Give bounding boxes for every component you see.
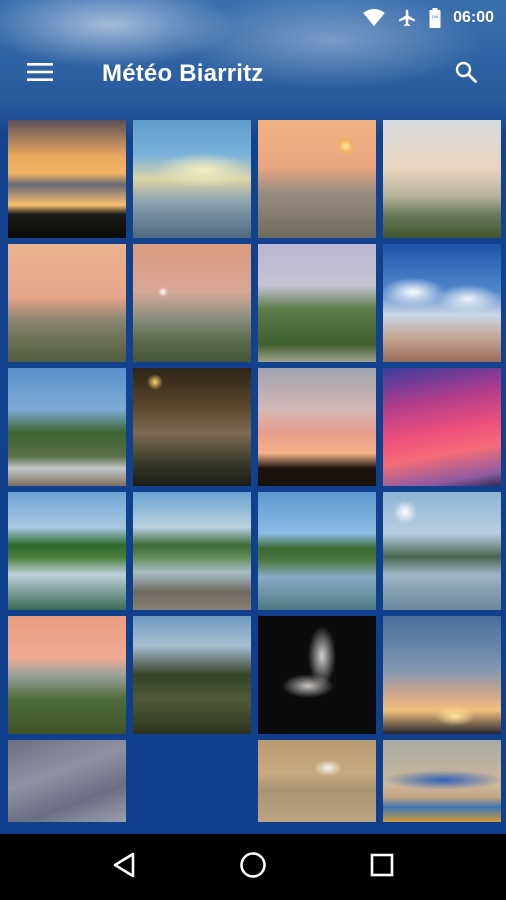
photo-thumbnail [8, 616, 126, 734]
photo-thumbnail [383, 368, 501, 486]
photo-thumbnail [383, 616, 501, 734]
photo-tile[interactable] [8, 616, 126, 734]
home-button[interactable] [218, 839, 288, 895]
photo-tile[interactable] [133, 492, 251, 610]
photo-thumbnail [258, 492, 376, 610]
photo-thumbnail [258, 244, 376, 362]
photo-thumbnail [383, 120, 501, 238]
photo-tile[interactable] [383, 120, 501, 238]
photo-thumbnail [8, 120, 126, 238]
recents-button[interactable] [347, 839, 417, 895]
photo-tile[interactable] [258, 244, 376, 362]
photo-tile[interactable] [258, 740, 376, 822]
photo-thumbnail [383, 244, 501, 362]
photo-tile[interactable] [383, 244, 501, 362]
photo-tile[interactable] [8, 244, 126, 362]
back-button[interactable] [89, 839, 159, 895]
photo-tile[interactable] [383, 616, 501, 734]
photo-tile[interactable] [258, 120, 376, 238]
photo-thumbnail [383, 492, 501, 610]
photo-tile[interactable] [258, 616, 376, 734]
back-icon [112, 852, 136, 883]
photo-thumbnail [133, 244, 251, 362]
battery-icon: 100 [429, 8, 441, 28]
photo-tile[interactable] [8, 740, 126, 822]
photo-thumbnail [8, 492, 126, 610]
photo-tile[interactable] [258, 368, 376, 486]
wifi-icon [363, 9, 385, 27]
photo-tile[interactable] [8, 368, 126, 486]
photo-tile[interactable] [133, 368, 251, 486]
photo-tile[interactable] [383, 740, 501, 822]
photo-tile[interactable] [133, 616, 251, 734]
search-button[interactable] [426, 36, 506, 112]
photo-thumbnail [8, 740, 126, 822]
photo-tile[interactable] [383, 368, 501, 486]
home-icon [239, 851, 267, 884]
svg-text:100: 100 [432, 15, 439, 19]
photo-thumbnail [133, 368, 251, 486]
photo-thumbnail [133, 616, 251, 734]
photo-thumbnail [8, 368, 126, 486]
recents-icon [370, 853, 394, 882]
status-time: 06:00 [453, 9, 494, 26]
navigation-bar [0, 834, 506, 900]
page-title: Météo Biarritz [102, 60, 264, 87]
app-bar: Météo Biarritz [0, 36, 506, 112]
search-icon [454, 60, 478, 89]
menu-button[interactable] [0, 36, 80, 112]
photo-thumbnail [383, 740, 501, 822]
airplane-mode-icon [397, 8, 417, 28]
photo-thumbnail [258, 616, 376, 734]
photo-tile[interactable] [383, 492, 501, 610]
photo-thumbnail [8, 244, 126, 362]
status-bar: 100 06:00 [0, 0, 506, 36]
photo-thumbnail [133, 492, 251, 610]
photo-tile[interactable] [133, 120, 251, 238]
photo-thumbnail [133, 120, 251, 238]
photo-tile[interactable] [8, 120, 126, 238]
photo-tile[interactable] [8, 492, 126, 610]
menu-icon [27, 62, 53, 86]
photo-tile[interactable] [133, 244, 251, 362]
photo-grid [8, 120, 501, 858]
photo-tile[interactable] [258, 492, 376, 610]
photo-thumbnail [258, 120, 376, 238]
photo-thumbnail [258, 368, 376, 486]
photo-thumbnail [258, 740, 376, 822]
